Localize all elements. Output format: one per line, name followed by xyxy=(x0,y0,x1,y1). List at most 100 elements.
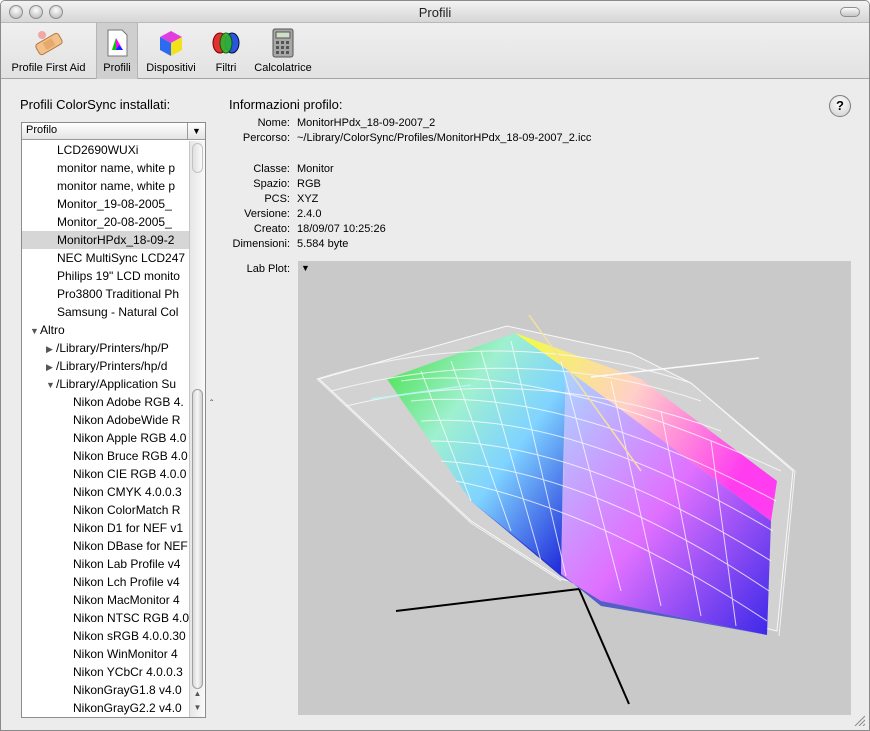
list-item-label: Nikon NTSC RGB 4.0 xyxy=(73,611,189,625)
profile-info-title: Informazioni profilo: xyxy=(229,97,343,112)
list-item-label: Nikon YCbCr 4.0.0.3 xyxy=(73,665,183,679)
disclosure-closed-icon[interactable]: ▶ xyxy=(46,358,56,375)
field-value: 2.4.0 xyxy=(297,208,322,220)
list-item[interactable]: Nikon CIE RGB 4.0.0 xyxy=(22,465,189,483)
toolbar-calculator[interactable]: Calcolatrice xyxy=(251,23,315,79)
list-item-label: Nikon Apple RGB 4.0 xyxy=(73,431,187,445)
list-item[interactable]: MonitorHPdx_18-09-2 xyxy=(22,231,189,249)
field-value: ~/Library/ColorSync/Profiles/MonitorHPdx… xyxy=(297,132,592,144)
field-value: 5.584 byte xyxy=(297,238,349,250)
field-label: Nome: xyxy=(257,117,290,129)
list-item-label: /Library/Application Su xyxy=(56,377,177,391)
disclosure-open-icon[interactable]: ▼ xyxy=(46,376,56,393)
list-item-label: Nikon Lab Profile v4 xyxy=(73,557,181,571)
list-item[interactable]: ▼Altro xyxy=(22,321,189,339)
list-item[interactable]: Nikon DBase for NEF xyxy=(22,537,189,555)
scroll-thumb[interactable] xyxy=(192,389,203,689)
scroll-up-arrow-icon[interactable]: ▲ xyxy=(190,689,205,698)
toolbar-profiles[interactable]: Profili xyxy=(96,23,138,79)
list-item[interactable]: Samsung - Natural Col xyxy=(22,303,189,321)
list-item-label: MonitorHPdx_18-09-2 xyxy=(57,233,175,247)
list-item-label: Monitor_20-08-2005_ xyxy=(57,215,172,229)
scroll-down-arrow-icon[interactable]: ▼ xyxy=(190,703,205,712)
field-value: RGB xyxy=(297,178,321,190)
devices-icon xyxy=(160,31,182,56)
list-item-label: Altro xyxy=(40,323,65,337)
list-item[interactable]: ▼/Library/Application Su xyxy=(22,375,189,393)
filters-icon xyxy=(212,32,240,54)
profiles-window: Profili Profile First Aid Profili Dispos… xyxy=(0,0,870,731)
calculator-icon xyxy=(272,28,294,58)
list-item-label: Nikon Adobe RGB 4. xyxy=(73,395,184,409)
list-item[interactable]: Nikon YCbCr 4.0.0.3 xyxy=(22,663,189,681)
list-item[interactable]: Nikon ColorMatch R xyxy=(22,501,189,519)
first-aid-icon xyxy=(34,31,63,56)
list-item-label: monitor name, white p xyxy=(57,179,176,193)
list-item-label: Nikon ColorMatch R xyxy=(73,503,181,517)
toolbar-filters[interactable]: Filtri xyxy=(204,23,248,79)
field-label: Dimensioni: xyxy=(232,238,290,250)
list-item-label: NikonGrayG2.2 v4.0 xyxy=(73,701,182,715)
list-item[interactable]: Pro3800 Traditional Ph xyxy=(22,285,189,303)
list-item[interactable]: Nikon D1 for NEF v1 xyxy=(22,519,189,537)
list-item-label: Nikon Bruce RGB 4.0 xyxy=(73,449,188,463)
list-item[interactable]: Nikon AdobeWide R xyxy=(22,411,189,429)
list-item[interactable]: Nikon CMYK 4.0.0.3 xyxy=(22,483,189,501)
list-item-label: Nikon sRGB 4.0.0.30 xyxy=(73,629,186,643)
disclosure-closed-icon[interactable]: ▶ xyxy=(46,340,56,357)
lab-plot-graphic xyxy=(316,314,796,705)
list-item-label: Nikon Lch Profile v4 xyxy=(73,575,180,589)
list-item[interactable]: Nikon MacMonitor 4 xyxy=(22,591,189,609)
toolbar-toggle-button[interactable] xyxy=(840,7,860,17)
field-label: Versione: xyxy=(244,208,290,220)
window-title: Profili xyxy=(418,5,452,20)
help-button[interactable]: ? xyxy=(829,95,851,117)
toolbar-devices[interactable]: Dispositivi xyxy=(141,23,201,79)
list-item[interactable]: LCD2690WUXi xyxy=(22,141,189,159)
list-item[interactable]: NikonGrayG1.8 v4.0 xyxy=(22,681,189,699)
lab-plot[interactable] xyxy=(298,261,851,715)
splitter-handle-icon[interactable]: ˆ xyxy=(210,399,213,410)
field-label: Classe: xyxy=(253,163,290,175)
list-item[interactable]: monitor name, white p xyxy=(22,177,189,195)
list-item[interactable]: Nikon Adobe RGB 4. xyxy=(22,393,189,411)
list-item[interactable]: ▶/Library/Printers/hp/d xyxy=(22,357,189,375)
list-item[interactable]: Nikon Lab Profile v4 xyxy=(22,555,189,573)
toolbar-profile-first-aid[interactable]: Profile First Aid xyxy=(4,23,93,79)
installed-profiles-title: Profili ColorSync installati: xyxy=(20,97,171,112)
list-item[interactable]: Nikon Bruce RGB 4.0 xyxy=(22,447,189,465)
list-item[interactable]: monitor name, white p xyxy=(22,159,189,177)
field-label: Creato: xyxy=(253,223,290,235)
list-item[interactable]: Monitor_20-08-2005_ xyxy=(22,213,189,231)
list-item[interactable]: Nikon Lch Profile v4 xyxy=(22,573,189,591)
list-item-label: NikonGrayG1.8 v4.0 xyxy=(73,683,182,697)
list-item[interactable]: Nikon Apple RGB 4.0 xyxy=(22,429,189,447)
list-item-label: NEC MultiSync LCD247 xyxy=(57,251,186,265)
toolbar: Profile First Aid Profili Dispositivi Fi… xyxy=(1,23,869,79)
list-item[interactable]: Philips 19" LCD monito xyxy=(22,267,189,285)
lab-plot-label: Lab Plot: xyxy=(246,263,290,275)
profile-rows: LCD2690WUXi monitor name, white p monitor … xyxy=(22,141,189,717)
list-item-label: Nikon DBase for NEF xyxy=(73,539,188,553)
profiles-icon xyxy=(107,29,128,57)
list-item-label: Nikon CIE RGB 4.0.0 xyxy=(73,467,187,481)
list-item[interactable]: NikonGrayG2.2 v4.0 xyxy=(22,699,189,717)
list-item-label: Nikon MacMonitor 4 xyxy=(73,593,180,607)
list-item[interactable]: ▶/Library/Printers/hp/P xyxy=(22,339,189,357)
disclosure-open-icon[interactable]: ▼ xyxy=(30,322,40,339)
list-item-label: Nikon WinMonitor 4 xyxy=(73,647,178,661)
list-item[interactable]: Nikon NTSC RGB 4.0 xyxy=(22,609,189,627)
lab-plot-menu-arrow-icon[interactable]: ▼ xyxy=(301,263,310,273)
title-bar[interactable]: Profili xyxy=(1,1,869,23)
resize-grip-icon[interactable] xyxy=(853,714,865,726)
list-item-label: Samsung - Natural Col xyxy=(57,305,179,319)
list-item[interactable]: Monitor_19-08-2005_ xyxy=(22,195,189,213)
list-item[interactable]: Nikon sRGB 4.0.0.30 xyxy=(22,627,189,645)
list-item[interactable]: Nikon WinMonitor 4 xyxy=(22,645,189,663)
list-item-label: Nikon CMYK 4.0.0.3 xyxy=(73,485,182,499)
field-value: 18/09/07 10:25:26 xyxy=(297,223,386,235)
field-label: PCS: xyxy=(264,193,290,205)
list-item[interactable]: NEC MultiSync LCD247 xyxy=(22,249,189,267)
field-label: Percorso: xyxy=(242,132,290,144)
list-item-label: Philips 19" LCD monito xyxy=(57,269,180,283)
